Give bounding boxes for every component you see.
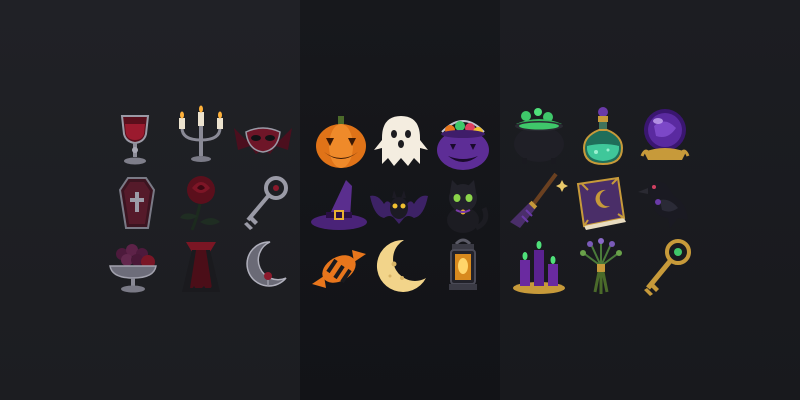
potion-bottle-icon xyxy=(572,106,634,168)
crescent-moon-icon xyxy=(370,234,432,296)
coffin-icon xyxy=(106,172,168,234)
bubbling-cauldron-icon xyxy=(508,106,570,168)
crescent-moon-pendant-icon xyxy=(234,234,296,296)
lantern-icon xyxy=(432,236,494,298)
herb-bundle-icon xyxy=(570,236,632,298)
ritual-candles-icon xyxy=(508,236,570,298)
bat-icon xyxy=(368,176,430,238)
broomstick-icon xyxy=(506,170,568,232)
skeleton-key-icon xyxy=(234,172,296,234)
golden-key-icon xyxy=(636,236,698,298)
wrapped-candy-icon xyxy=(308,238,370,300)
ghost-icon xyxy=(370,110,432,172)
bat-mask-icon xyxy=(232,110,294,172)
spell-book-icon xyxy=(570,172,632,234)
rose-icon xyxy=(170,172,232,234)
grape-bowl-icon xyxy=(102,236,164,298)
candy-cauldron-icon xyxy=(432,112,494,174)
vampire-cape-icon xyxy=(170,236,232,298)
candelabra-icon xyxy=(170,105,232,168)
jack-o-lantern-icon xyxy=(310,112,372,174)
witch-hat-icon xyxy=(308,176,370,238)
crystal-ball-icon xyxy=(634,106,696,168)
raven-icon xyxy=(634,172,696,234)
goblet-icon xyxy=(104,108,166,170)
black-cat-icon xyxy=(432,176,494,238)
